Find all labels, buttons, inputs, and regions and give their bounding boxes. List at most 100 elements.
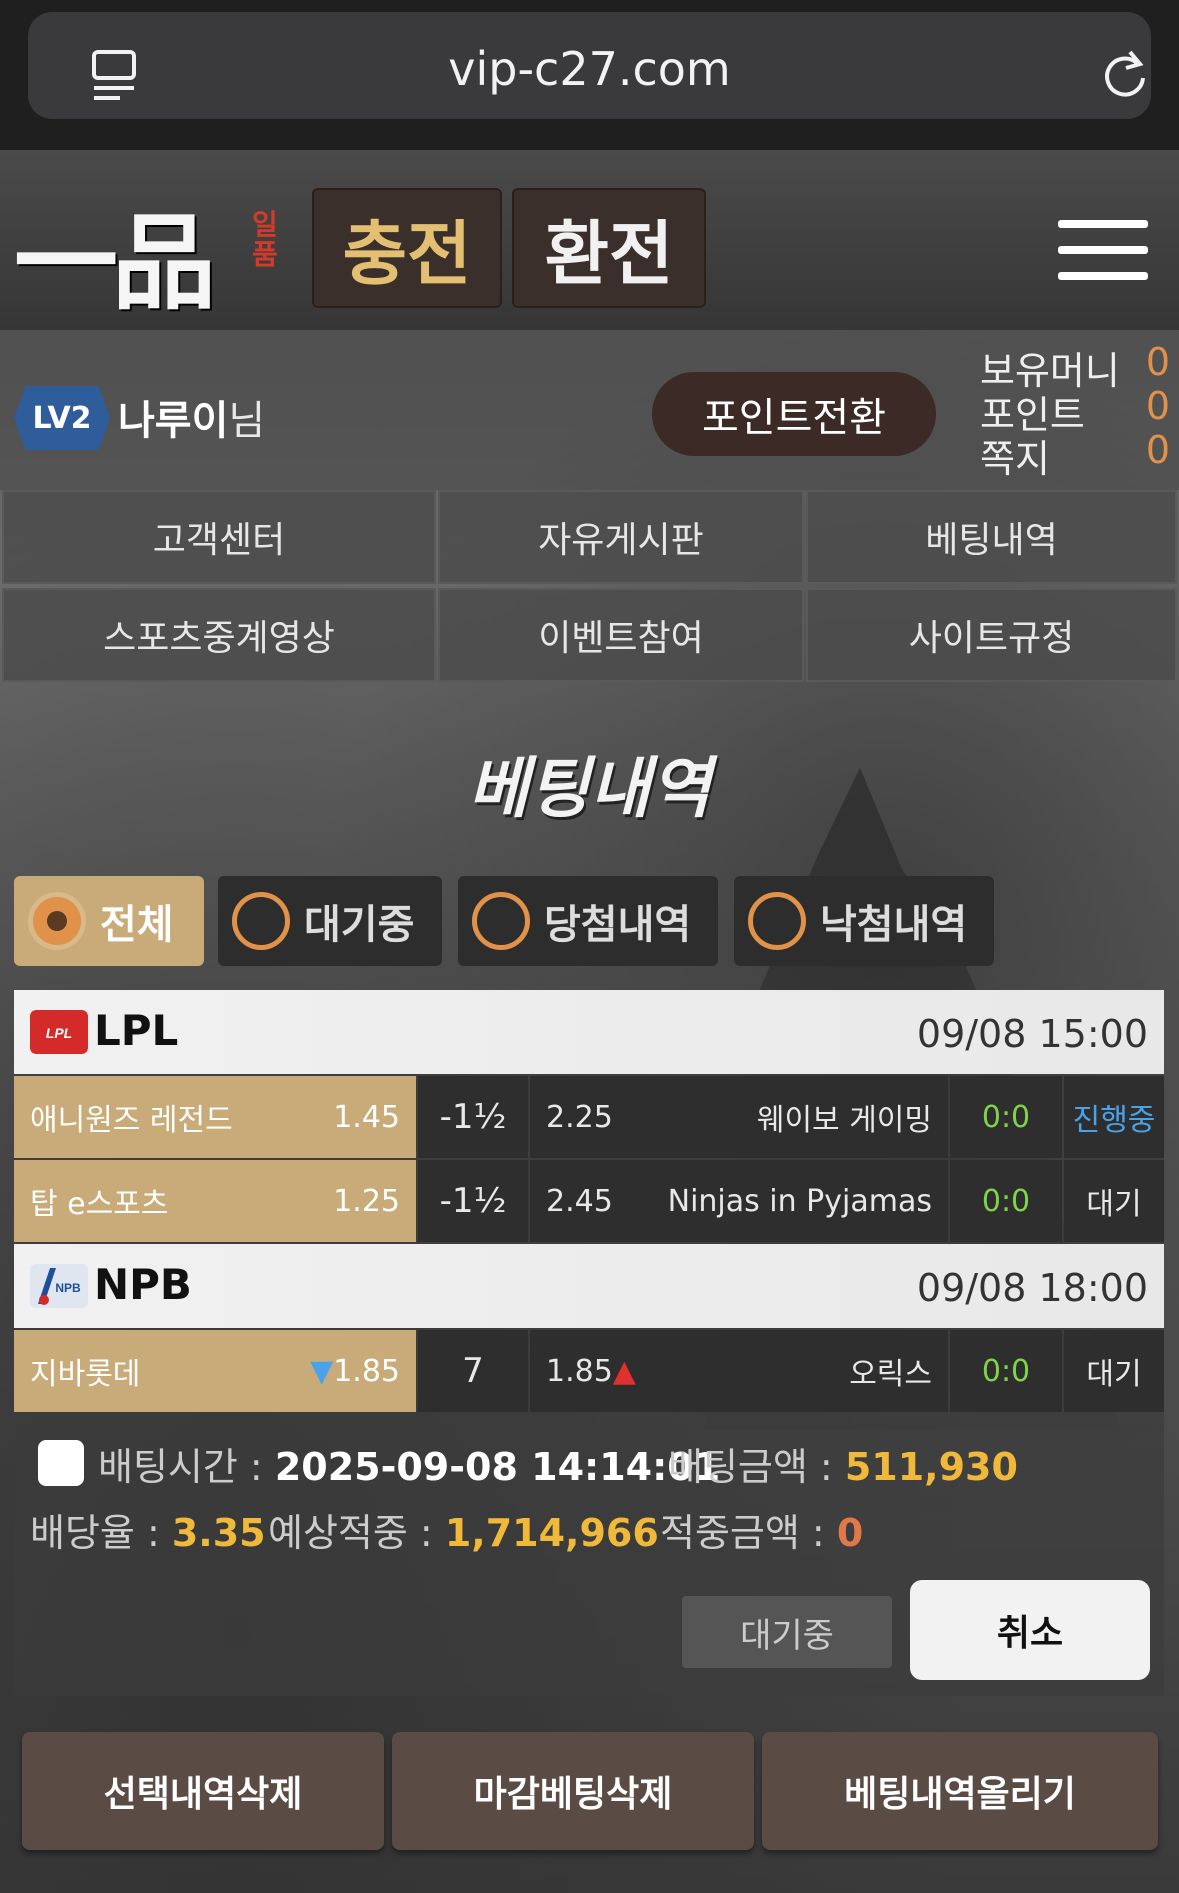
- site-header: 一品 일품 충전 환전: [0, 150, 1179, 330]
- odds-up-icon: ▲: [612, 1353, 636, 1389]
- filter-won[interactable]: 당첨내역: [458, 876, 718, 966]
- home-team: 지바롯데: [30, 1357, 141, 1392]
- nav-events[interactable]: 이벤트참여: [438, 588, 804, 682]
- away-odds: 1.85: [546, 1353, 613, 1389]
- filter-label: 당첨내역: [544, 902, 692, 948]
- match-row: 탑 e스포츠 1.25 -1½ 2.45 Ninjas in Pyjamas 0…: [14, 1160, 1164, 1242]
- away-team-cell: 2.25 웨이보 게이밍: [530, 1076, 948, 1158]
- bet-time-label: 배팅시간 :: [98, 1445, 263, 1489]
- away-odds-wrap: 1.85▲: [546, 1354, 636, 1389]
- away-odds: 2.45: [546, 1183, 613, 1219]
- npb-logo-icon: NPB: [30, 1264, 88, 1308]
- win-label: 적중금액 :: [660, 1511, 825, 1555]
- site-logo[interactable]: 一品: [14, 178, 216, 329]
- bet-status-badge: 대기중: [682, 1596, 892, 1668]
- site-logo-sub: 일품: [252, 208, 278, 271]
- url-text[interactable]: vip-c27.com: [28, 42, 1151, 96]
- home-team: 탑 e스포츠: [30, 1187, 169, 1222]
- stat-label: 쪽지: [980, 437, 1050, 481]
- filter-lost[interactable]: 낙첨내역: [734, 876, 994, 966]
- handicap: -1½: [418, 1076, 528, 1158]
- bet-amount-label: 배팅금액 :: [668, 1445, 833, 1489]
- level-badge: LV2: [14, 386, 110, 450]
- point-convert-button[interactable]: 포인트전환: [652, 372, 936, 456]
- radio-selected-icon: [28, 892, 86, 950]
- select-checkbox[interactable]: [38, 1440, 84, 1486]
- match-status: 진행중: [1064, 1076, 1164, 1158]
- home-odds-wrap: ▼1.85: [310, 1354, 400, 1389]
- away-team: 웨이보 게이밍: [756, 1103, 932, 1138]
- user-name: 나루이님: [118, 388, 265, 446]
- nav-bet-history[interactable]: 베팅내역: [806, 490, 1177, 584]
- handicap: -1½: [418, 1160, 528, 1242]
- filter-label: 대기중: [304, 902, 415, 948]
- nav-grid: 고객센터 자유게시판 베팅내역 스포츠중계영상 이벤트참여 사이트규정: [0, 490, 1179, 686]
- handicap: 7: [418, 1330, 528, 1412]
- home-odds: 1.45: [333, 1099, 400, 1135]
- expected-value: 1,714,966: [444, 1511, 659, 1555]
- page-title: 베팅내역: [468, 750, 711, 827]
- home-team: 애니원즈 레전드: [30, 1103, 233, 1138]
- match-time: 09/08 18:00: [916, 1266, 1148, 1310]
- delete-selected-button[interactable]: 선택내역삭제: [22, 1732, 384, 1850]
- svg-text:NPB: NPB: [55, 1281, 81, 1295]
- cancel-button[interactable]: 취소: [910, 1580, 1150, 1680]
- odds-label: 배당율 :: [30, 1511, 160, 1555]
- filter-label: 전체: [100, 902, 174, 948]
- delete-closed-bets-button[interactable]: 마감베팅삭제: [392, 1732, 754, 1850]
- user-info-bar: LV2 나루이님 포인트전환 보유머니 0 포인트 0 쪽지 0: [0, 330, 1179, 490]
- nav-sports-stream[interactable]: 스포츠중계영상: [2, 588, 436, 682]
- expected-info: 예상적중 : 1,714,966: [268, 1502, 659, 1557]
- home-odds: 1.85: [333, 1353, 400, 1389]
- filter-pending[interactable]: 대기중: [218, 876, 442, 966]
- bet-time-info: 배팅시간 : 2025-09-08 14:14:01: [98, 1436, 720, 1491]
- league-header: NPB NPB 09/08 18:00: [14, 1244, 1164, 1328]
- away-team: 오릭스: [849, 1357, 932, 1392]
- score: 0:0: [950, 1076, 1062, 1158]
- user-name-suffix: 님: [228, 398, 266, 444]
- match-time: 09/08 15:00: [916, 1012, 1148, 1056]
- away-team-cell: 2.45 Ninjas in Pyjamas: [530, 1160, 948, 1242]
- lpl-logo-icon: LPL: [30, 1010, 88, 1054]
- home-odds: 1.25: [333, 1183, 400, 1219]
- hamburger-menu-icon[interactable]: [1058, 218, 1148, 282]
- radio-icon: [748, 892, 806, 950]
- match-status: 대기: [1064, 1330, 1164, 1412]
- stat-messages[interactable]: 쪽지 0: [980, 428, 1170, 483]
- exchange-button[interactable]: 환전: [512, 188, 706, 308]
- expected-label: 예상적중 :: [268, 1511, 433, 1555]
- match-row: 지바롯데 ▼1.85 7 1.85▲ 오릭스 0:0 대기: [14, 1330, 1164, 1412]
- user-name-text: 나루이: [118, 398, 229, 444]
- radio-icon: [232, 892, 290, 950]
- score: 0:0: [950, 1160, 1062, 1242]
- win-value: 0: [836, 1511, 864, 1555]
- league-header: LPL LPL 09/08 15:00: [14, 990, 1164, 1074]
- league-name: NPB: [94, 1260, 192, 1309]
- home-team-cell: 탑 e스포츠 1.25: [14, 1160, 416, 1242]
- nav-site-rules[interactable]: 사이트규정: [806, 588, 1177, 682]
- filter-label: 낙첨내역: [820, 902, 968, 948]
- charge-button[interactable]: 충전: [312, 188, 502, 308]
- stat-value: 0: [1145, 428, 1170, 472]
- home-team-cell: 지바롯데 ▼1.85: [14, 1330, 416, 1412]
- nav-free-board[interactable]: 자유게시판: [438, 490, 804, 584]
- reload-icon[interactable]: [1100, 48, 1150, 104]
- filter-all[interactable]: 전체: [14, 876, 204, 966]
- bet-slip-card: LPL LPL 09/08 15:00 애니원즈 레전드 1.45 -1½ 2.…: [14, 990, 1164, 1696]
- away-team-cell: 1.85▲ 오릭스: [530, 1330, 948, 1412]
- bet-amount-value: 511,930: [844, 1445, 1018, 1489]
- address-bar[interactable]: vip-c27.com: [28, 12, 1151, 119]
- nav-customer-center[interactable]: 고객센터: [2, 490, 436, 584]
- bet-time-value: 2025-09-08 14:14:01: [274, 1445, 721, 1489]
- league-name: LPL: [94, 1006, 179, 1055]
- bet-amount-info: 배팅금액 : 511,930: [668, 1436, 1018, 1491]
- upload-bet-history-button[interactable]: 베팅내역올리기: [762, 1732, 1158, 1850]
- browser-bar: vip-c27.com: [0, 0, 1179, 150]
- odds-down-icon: ▼: [310, 1353, 334, 1389]
- away-team: Ninjas in Pyjamas: [667, 1183, 932, 1219]
- match-status: 대기: [1064, 1160, 1164, 1242]
- svg-text:LPL: LPL: [46, 1025, 72, 1041]
- score: 0:0: [950, 1330, 1062, 1412]
- odds-info: 배당율 : 3.35: [30, 1502, 266, 1557]
- radio-icon: [472, 892, 530, 950]
